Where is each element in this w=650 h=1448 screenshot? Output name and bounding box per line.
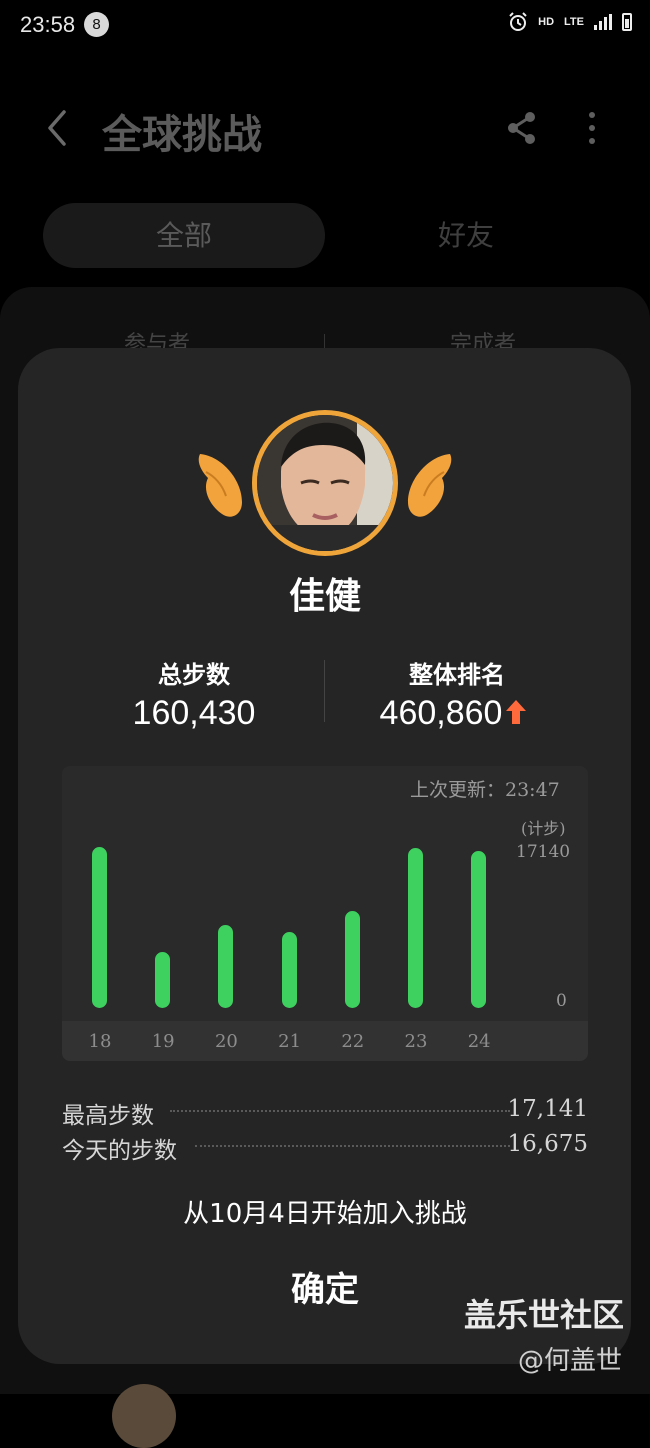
chart-unit: (计步) [521,819,566,838]
watermark-author: @何盖世 [518,1346,623,1376]
chart-bar [281,932,297,1008]
chart-updated-time: 上次更新：23:47 [410,779,560,801]
chart-x-label: 18 [88,1031,112,1052]
steps-chart [62,766,588,1061]
watermark-title: 盖乐世社区 [464,1296,625,1334]
chart-x-label: 23 [404,1031,428,1052]
chart-bar [218,924,234,1008]
max-steps-value: 17,141 [507,1096,588,1122]
user-avatar [252,410,398,556]
chart-bar [471,851,487,1008]
lte-icon: LTE [564,16,584,28]
right-wing-icon [408,454,452,517]
chart-bar [344,911,360,1008]
chart-y-min-label: 0 [556,991,567,1011]
chart-x-label: 20 [214,1031,238,1052]
user-name: 佳健 [288,576,361,617]
max-steps-label: 最高步数 [62,1103,154,1129]
avatar-photo [257,415,393,551]
left-wing-icon [198,454,242,517]
more-vertical-icon[interactable] [580,110,604,146]
dotted-leader [195,1145,510,1147]
alarm-icon [509,12,527,31]
status-icons: HD LTE [508,12,632,32]
tab-all[interactable]: 全部 [43,203,325,268]
total-steps-label: 总步数 [158,661,230,689]
chart-x-label: 19 [151,1031,175,1052]
chart-bar [92,847,107,1008]
chart-bar [155,951,171,1008]
chart-bar [408,848,423,1008]
share-icon[interactable] [505,110,539,146]
notification-count-badge: 8 [84,12,109,37]
chart-axis-band [62,1021,588,1061]
total-steps-value: 160,430 [132,694,256,732]
rank-value: 460,860 [379,694,503,732]
chart-x-label: 21 [278,1031,302,1052]
today-steps-value: 16,675 [507,1131,588,1157]
joined-date-text: 从10月4日开始加入挑战 [183,1199,467,1229]
rank-label: 整体排名 [409,661,505,689]
signal-icon [594,14,612,30]
chart-y-max-label: 17140 [516,842,571,862]
hd-icon: HD [538,16,555,28]
today-steps-label: 今天的步数 [62,1138,177,1164]
tab-friends[interactable]: 好友 [325,203,607,268]
rank-up-arrow-icon [506,700,526,724]
chart-x-label: 22 [341,1031,365,1052]
dotted-leader [170,1110,510,1112]
chart-x-label: 24 [467,1031,491,1052]
page-title: 全球挑战 [102,112,262,158]
status-time: 23:58 [20,12,76,37]
confirm-button[interactable]: 确定 [230,1262,420,1318]
battery-icon [622,13,632,31]
back-icon[interactable] [44,108,68,148]
